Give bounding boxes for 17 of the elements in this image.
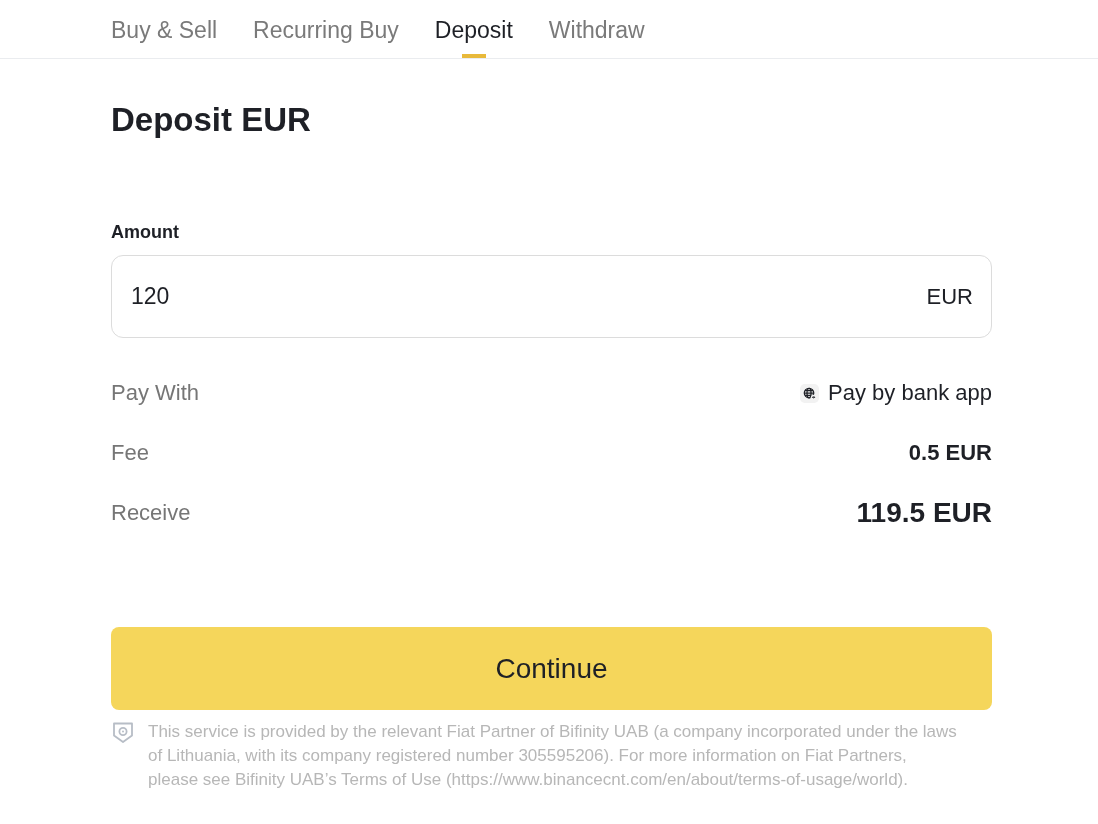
tab[interactable]: Recurring Buy — [253, 0, 399, 58]
page-title: Deposit EUR — [111, 100, 312, 140]
detail-label: Pay With — [111, 379, 200, 407]
tab[interactable]: Withdraw — [548, 0, 645, 58]
detail-label: Receive — [111, 499, 191, 527]
tab[interactable]: Buy & Sell — [111, 0, 218, 58]
continue-button[interactable]: Continue — [111, 627, 992, 710]
payment-method: Pay by bank app — [828, 379, 992, 407]
detail-label: Fee — [111, 439, 149, 467]
tab[interactable]: Deposit — [434, 0, 513, 58]
globe-icon — [800, 383, 820, 403]
disclaimer-text: This service is provided by the relevant Fiat Partner of Bifinity UAB (a company incorporated under the laws of Lithuania, with its company registered number 305595206). For more information on Fiat Partners, please see Bifinity UAB’s Terms of Use (https://www.binancecnt.com/en/about/terms-of-usage/world). — [148, 721, 958, 791]
fee-value: 0.5 EUR — [908, 439, 992, 467]
amount-label: Amount — [111, 221, 180, 244]
currency-label: EUR — [926, 282, 973, 311]
shield-icon — [112, 721, 134, 743]
receive-value: 119.5 EUR — [856, 496, 992, 530]
